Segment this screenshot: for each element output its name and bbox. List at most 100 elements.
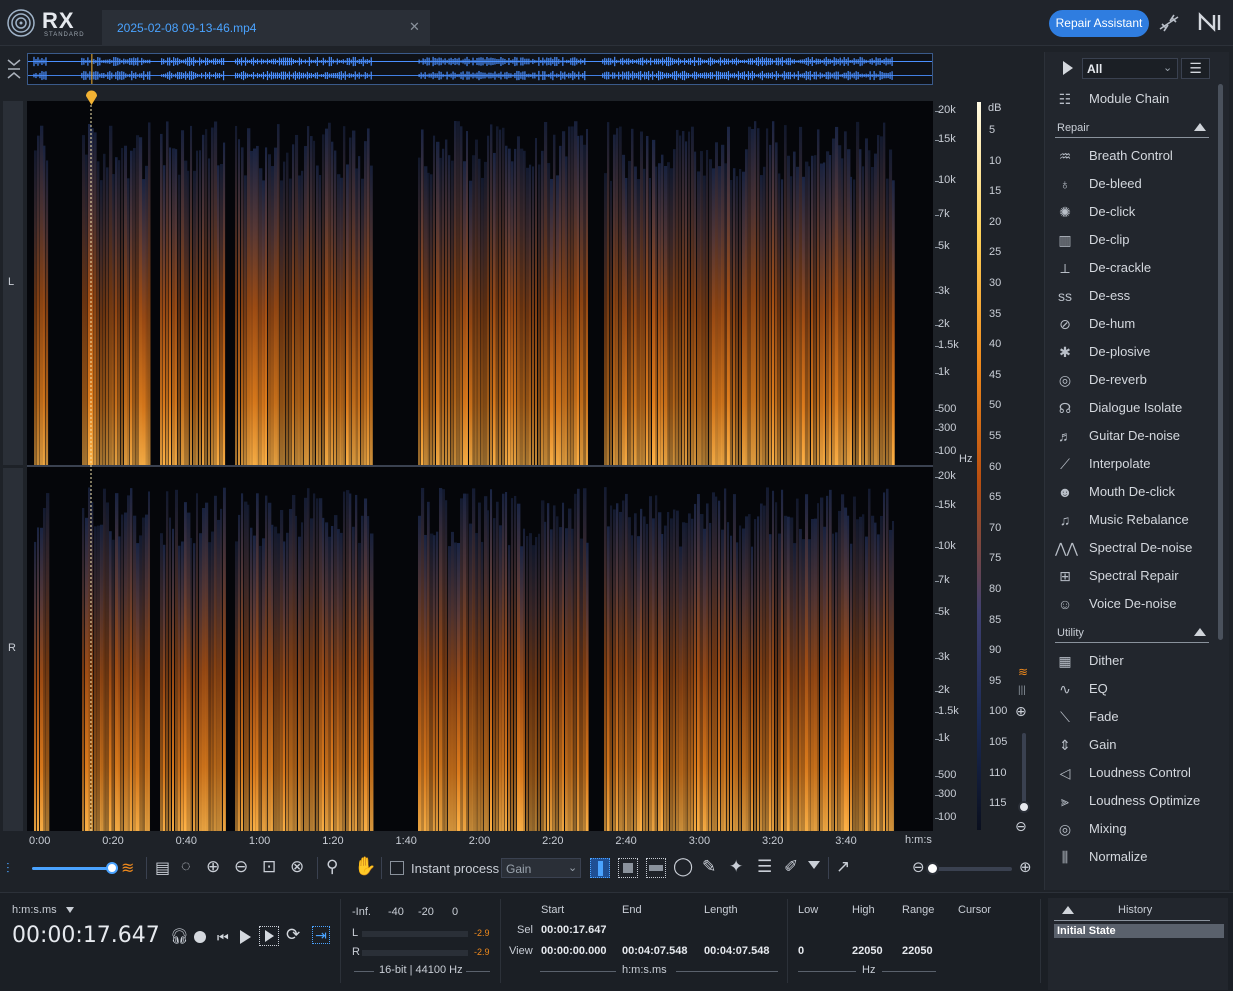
close-icon[interactable]: ✕ (409, 19, 420, 35)
view-end-value[interactable]: 00:04:07.548 (622, 945, 687, 957)
vertical-zoom-slider[interactable] (1022, 733, 1026, 811)
zoom-out-vertical-icon[interactable]: ⊖ (1015, 818, 1033, 836)
module-voice-de-noise[interactable]: ☺ Voice De-noise (1055, 593, 1215, 615)
harmonic-selection-icon[interactable]: ☰ (757, 857, 772, 877)
module-loudness-optimize[interactable]: ⫸ Loudness Optimize (1055, 790, 1215, 812)
time-selection-tool-icon[interactable] (590, 858, 610, 878)
file-tab[interactable]: 2025-02-08 09-13-46.mp4 ✕ (102, 10, 430, 46)
module-normalize[interactable]: ⫼ Normalize (1055, 846, 1215, 868)
zoom-out-icon[interactable]: ⊖ (234, 857, 248, 877)
brush-tool-icon[interactable]: ✎ (702, 857, 716, 877)
waveform-view-icon[interactable]: ||| (1018, 685, 1032, 697)
collapse-overview-icon[interactable] (6, 56, 22, 82)
markers-icon[interactable]: ▤ (155, 858, 170, 878)
range-value[interactable]: 22050 (902, 945, 933, 957)
zoom-fit-icon[interactable]: ⊗ (290, 857, 304, 877)
tool-menu-chevron-icon[interactable] (808, 861, 820, 869)
horizontal-zoom-slider[interactable] (930, 867, 1012, 871)
spectrogram-bin (184, 160, 188, 466)
zoom-selection-icon[interactable]: ⊡ (262, 857, 276, 877)
comment-icon[interactable]: ◌ (181, 858, 191, 876)
module-loudness-control[interactable]: ◁ Loudness Control (1055, 762, 1215, 784)
module-mouth-de-click[interactable]: ☻ Mouth De-click (1055, 481, 1215, 503)
instant-process-mode-select[interactable]: Gain ⌄ (501, 858, 581, 878)
lasso-tool-icon[interactable]: ◯ (673, 856, 693, 877)
blend-slider-handle[interactable] (106, 862, 118, 874)
module-breath-control[interactable]: ♒︎ Breath Control (1055, 145, 1215, 167)
zoom-in-horizontal-icon[interactable]: ⊕ (1019, 858, 1032, 876)
module-de-click[interactable]: ✺ De-click (1055, 201, 1215, 223)
music-rebalance-icon: ♫ (1059, 512, 1071, 528)
record-icon[interactable] (194, 931, 206, 943)
db-tick: 100 (989, 705, 1008, 718)
pencil-tool-icon[interactable]: ✐ (784, 857, 798, 877)
headphones-icon[interactable]: 🎧︎ (170, 927, 189, 945)
view-start-value[interactable]: 00:00:00.000 (541, 945, 606, 957)
module-de-plosive[interactable]: ✱ De-plosive (1055, 341, 1215, 363)
module-de-ess[interactable]: ss De-ess (1055, 285, 1215, 307)
module-chain-item[interactable]: ☷ Module Chain (1055, 88, 1215, 110)
collapse-triangle-icon[interactable] (1194, 123, 1206, 131)
waveform-mode-icon[interactable]: ⫶ (6, 860, 10, 877)
view-length-value[interactable]: 00:04:07.548 (704, 945, 769, 957)
utility-section-header[interactable]: Utility (1055, 625, 1209, 643)
zoom-in-vertical-icon[interactable]: ⊕ (1015, 703, 1033, 721)
sel-start-value[interactable]: 00:00:17.647 (541, 924, 606, 936)
frequency-selection-icon[interactable] (646, 858, 666, 878)
module-filter-select[interactable]: All ⌄ (1082, 58, 1178, 79)
module-dialogue-isolate[interactable]: ☊ Dialogue Isolate (1055, 397, 1215, 419)
time-format-chevron-icon[interactable] (66, 907, 74, 913)
collapse-triangle-icon[interactable] (1194, 628, 1206, 636)
ni-logo-icon[interactable] (1198, 12, 1224, 32)
spectrogram[interactable] (27, 101, 933, 831)
play-icon[interactable] (240, 930, 251, 944)
module-spectral-de-noise[interactable]: ⋀⋀ Spectral De-noise (1055, 537, 1215, 559)
zoom-in-icon[interactable]: ⊕ (206, 857, 220, 877)
vertical-zoom-handle[interactable] (1018, 801, 1030, 813)
time-frequency-selection-icon[interactable] (618, 858, 638, 878)
module-guitar-de-noise[interactable]: ♬ Guitar De-noise (1055, 425, 1215, 447)
module-fade[interactable]: ⟍ Fade (1055, 706, 1215, 728)
history-item[interactable]: Initial State (1054, 924, 1224, 938)
spectrogram-view-icon[interactable]: ≋ (1018, 665, 1032, 679)
spectrogram-bin (133, 515, 137, 831)
play-selection-icon[interactable] (259, 926, 279, 946)
time-format-label[interactable]: h:m:s.ms (12, 904, 57, 916)
module-mixing[interactable]: ◎ Mixing (1055, 818, 1215, 840)
module-dither[interactable]: ▦ Dither (1055, 650, 1215, 672)
module-eq[interactable]: ∿ EQ (1055, 678, 1215, 700)
module-interpolate[interactable]: ⟋ Interpolate (1055, 453, 1215, 475)
collapse-history-icon[interactable] (1062, 906, 1074, 914)
panel-scrollbar[interactable] (1218, 84, 1223, 640)
connect-icon[interactable] (1157, 11, 1181, 35)
spectrogram-bin (253, 535, 256, 831)
module-de-clip[interactable]: ▥ De-clip (1055, 229, 1215, 251)
repair-section-header[interactable]: Repair (1055, 120, 1209, 138)
module-de-crackle[interactable]: ⟂ De-crackle (1055, 257, 1215, 279)
follow-playhead-icon[interactable]: ⇥ (312, 926, 330, 944)
zoom-tool-icon[interactable]: ⚲ (326, 857, 338, 877)
playhead-marker-icon[interactable] (85, 90, 98, 106)
hand-tool-icon[interactable]: ✋ (354, 856, 376, 877)
module-de-reverb[interactable]: ◎ De-reverb (1055, 369, 1215, 391)
waveform-overview[interactable] (27, 53, 933, 85)
gain-envelope-icon[interactable]: ↗ (836, 857, 850, 877)
magic-wand-icon[interactable]: ✦ (729, 857, 743, 877)
spectrogram-bin (442, 148, 445, 465)
module-spectral-repair[interactable]: ⊞ Spectral Repair (1055, 565, 1215, 587)
repair-assistant-button[interactable]: Repair Assistant (1049, 10, 1149, 37)
module-music-rebalance[interactable]: ♫ Music Rebalance (1055, 509, 1215, 531)
spectrogram-mode-icon[interactable]: ≋ (121, 858, 134, 878)
module-gain[interactable]: ⇕ Gain (1055, 734, 1215, 756)
high-value[interactable]: 22050 (852, 945, 883, 957)
loop-icon[interactable]: ⟳ (286, 925, 300, 945)
panel-menu-icon[interactable]: ☰ (1181, 58, 1210, 79)
skip-back-icon[interactable]: ⏮︎ (217, 930, 229, 946)
horizontal-zoom-handle[interactable] (926, 862, 939, 875)
module-de-bleed[interactable]: ♁ De-bleed (1055, 173, 1215, 195)
module-de-hum[interactable]: ⊘ De-hum (1055, 313, 1215, 335)
play-module-chain-icon[interactable] (1063, 61, 1073, 75)
zoom-out-horizontal-icon[interactable]: ⊖ (912, 858, 925, 876)
instant-process-checkbox[interactable] (390, 861, 404, 875)
low-value[interactable]: 0 (798, 945, 804, 957)
